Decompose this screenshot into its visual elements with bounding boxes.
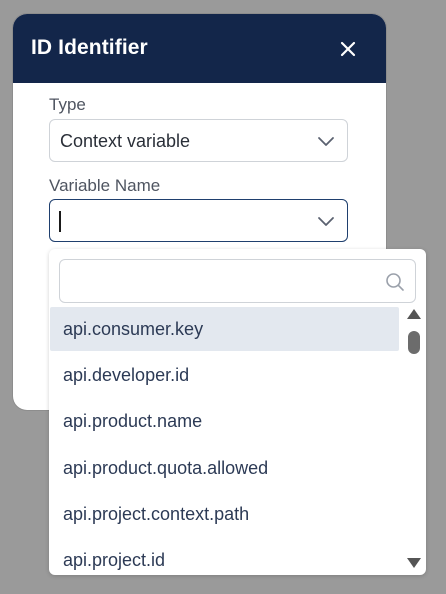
option-label: api.product.quota.allowed: [63, 458, 269, 478]
option-label: api.developer.id: [63, 365, 190, 385]
option-label: api.consumer.key: [63, 319, 204, 339]
chevron-down-icon: [318, 217, 334, 226]
type-select[interactable]: Context variable: [49, 119, 348, 162]
variable-name-select[interactable]: [49, 199, 348, 242]
scroll-down-arrow-icon[interactable]: [407, 558, 421, 568]
dropdown-search-box[interactable]: [59, 259, 416, 303]
dropdown-scrollbar[interactable]: [405, 307, 423, 571]
search-icon: [386, 273, 404, 291]
type-label: Type: [49, 95, 86, 114]
option-label: api.project.context.path: [63, 504, 250, 524]
chevron-down-icon: [318, 137, 334, 146]
list-item[interactable]: api.product.quota.allowed: [50, 446, 399, 490]
variable-dropdown: api.consumer.key api.developer.id api.pr…: [49, 249, 426, 575]
variable-name-label: Variable Name: [49, 176, 161, 195]
list-item[interactable]: api.project.context.path: [50, 492, 399, 536]
option-label: api.project.id: [63, 550, 166, 570]
dropdown-search-input[interactable]: [68, 266, 372, 298]
list-item[interactable]: api.product.name: [50, 399, 399, 443]
scroll-thumb[interactable]: [408, 331, 420, 354]
scroll-up-arrow-icon[interactable]: [407, 309, 421, 319]
type-select-value: Context variable: [60, 131, 191, 151]
close-icon: [340, 41, 356, 57]
text-caret: [59, 211, 61, 232]
dialog-title: ID Identifier: [31, 36, 148, 59]
option-label: api.product.name: [63, 411, 203, 431]
list-item[interactable]: api.project.id: [50, 538, 399, 575]
dialog-header: ID Identifier: [13, 14, 386, 83]
close-button[interactable]: [335, 36, 361, 62]
list-item[interactable]: api.consumer.key: [50, 307, 399, 351]
list-item[interactable]: api.developer.id: [50, 353, 399, 397]
